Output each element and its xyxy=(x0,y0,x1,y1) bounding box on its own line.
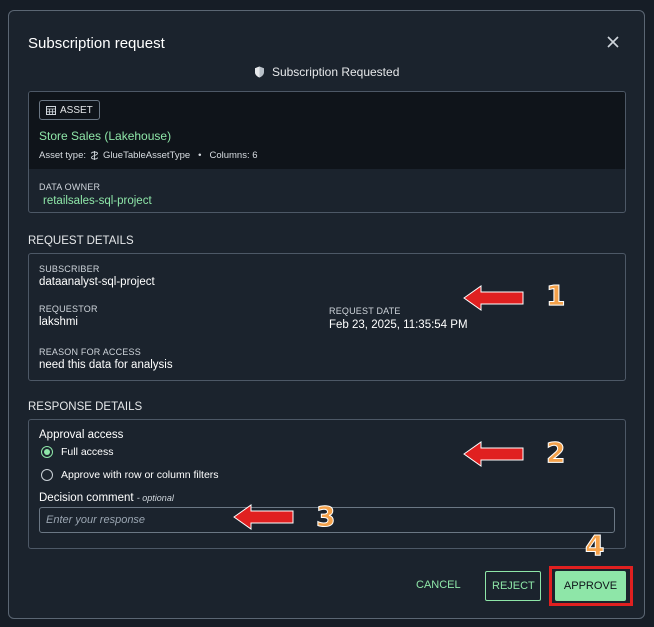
approval-access-label: Approval access xyxy=(39,429,124,441)
status-text: Subscription Requested xyxy=(271,65,400,79)
cancel-button[interactable]: CANCEL xyxy=(410,578,467,592)
status-line: Subscription Requested xyxy=(9,65,644,79)
requestor-value: lakshmi xyxy=(39,316,78,328)
subscriber-value: dataanalyst-sql-project xyxy=(39,276,155,288)
annotation-arrow-2 xyxy=(463,441,524,467)
radio-unselected-indicator[interactable] xyxy=(41,469,53,481)
annotation-number-4: 4 xyxy=(584,529,605,563)
optional-hint: - optional xyxy=(136,493,174,503)
decision-comment-text: Decision comment xyxy=(39,492,134,504)
annotation-arrow-3 xyxy=(233,504,294,530)
asset-type-value: GlueTableAssetType xyxy=(103,150,191,161)
annotation-number-1: 1 xyxy=(545,279,566,313)
asset-name-link[interactable]: Store Sales (Lakehouse) xyxy=(39,129,171,143)
dialog-title: Subscription request xyxy=(28,35,165,52)
data-owner-link[interactable]: retailsales-sql-project xyxy=(43,195,152,207)
decision-comment-label: Decision comment - optional xyxy=(39,492,174,504)
asset-summary: ASSET Store Sales (Lakehouse) Asset type… xyxy=(29,92,625,169)
asset-panel: ASSET Store Sales (Lakehouse) Asset type… xyxy=(28,91,626,213)
radio-full-access-label: Full access xyxy=(61,446,114,458)
reject-button[interactable]: REJECT xyxy=(485,571,541,601)
glue-icon xyxy=(91,151,98,160)
request-details-panel: SUBSCRIBER dataanalyst-sql-project REQUE… xyxy=(28,253,626,381)
asset-badge: ASSET xyxy=(39,100,100,120)
request-date-label: REQUEST DATE xyxy=(329,306,401,316)
asset-type-label: Asset type: xyxy=(39,150,86,161)
close-icon[interactable] xyxy=(606,35,620,49)
separator-dot: • xyxy=(198,150,202,161)
response-details-heading: RESPONSE DETAILS xyxy=(28,401,143,413)
annotation-number-3: 3 xyxy=(315,500,336,534)
approve-highlight-box xyxy=(549,566,633,606)
shield-icon xyxy=(254,66,264,78)
data-owner-label: DATA OWNER xyxy=(39,182,101,192)
requestor-label: REQUESTOR xyxy=(39,304,98,314)
subscriber-label: SUBSCRIBER xyxy=(39,264,100,274)
radio-filters-label: Approve with row or column filters xyxy=(61,469,219,481)
table-icon xyxy=(46,105,56,115)
radio-full-access[interactable]: Full access xyxy=(41,446,114,458)
request-details-heading: REQUEST DETAILS xyxy=(28,235,134,247)
reason-label: REASON FOR ACCESS xyxy=(39,347,141,357)
asset-badge-label: ASSET xyxy=(60,104,93,116)
radio-selected-indicator[interactable] xyxy=(41,446,53,458)
reason-value: need this data for analysis xyxy=(39,359,173,371)
request-date-value: Feb 23, 2025, 11:35:54 PM xyxy=(329,319,468,331)
asset-columns: Columns: 6 xyxy=(209,150,258,161)
annotation-arrow-1 xyxy=(463,285,524,311)
radio-approve-with-filters[interactable]: Approve with row or column filters xyxy=(41,469,219,481)
annotation-number-2: 2 xyxy=(545,436,566,470)
asset-meta: Asset type: GlueTableAssetType • Columns… xyxy=(39,150,258,161)
